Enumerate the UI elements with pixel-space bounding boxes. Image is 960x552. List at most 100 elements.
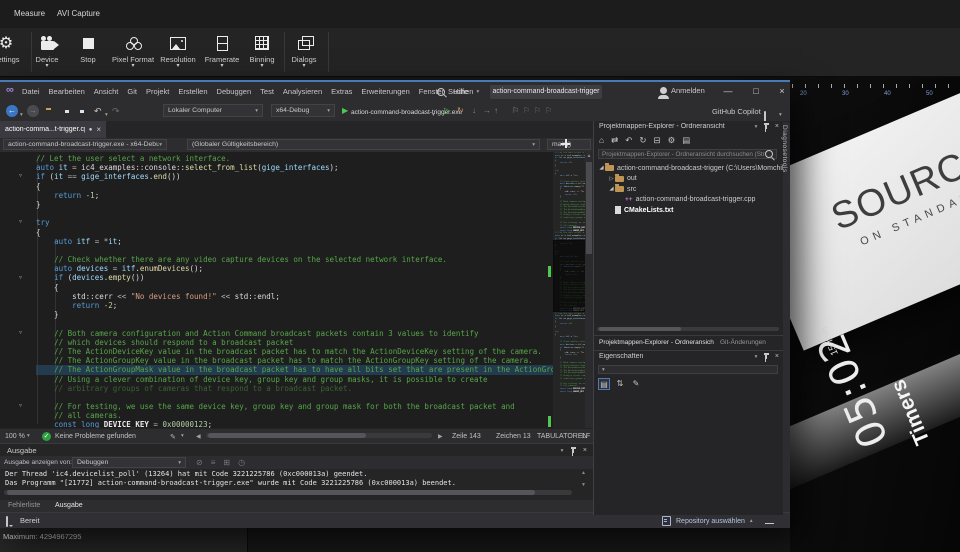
menu-git[interactable]: Git: [127, 87, 137, 96]
ribbon-button-framerate[interactable]: Framerate▾: [200, 31, 244, 75]
tab-diagnosetools[interactable]: Diagnosetools: [781, 125, 788, 173]
ribbon-button-device[interactable]: Device▾: [25, 31, 69, 75]
code-line[interactable]: {: [36, 283, 582, 292]
code-line[interactable]: [36, 209, 582, 218]
fold-collapse-icon[interactable]: ▿: [19, 172, 22, 179]
copilot-label[interactable]: GitHub Copilot: [712, 106, 761, 118]
code-line[interactable]: {: [36, 182, 582, 191]
minimize-button[interactable]: —: [718, 82, 738, 101]
zoom-level[interactable]: 100 %: [5, 433, 25, 440]
scroll-up-icon[interactable]: ▲: [585, 153, 593, 159]
chevron-down-icon[interactable]: ▾: [27, 433, 30, 439]
clear-all-icon[interactable]: ⊘: [196, 458, 203, 467]
code-line[interactable]: const long DEVICE_KEY = 0x00000123;: [36, 420, 582, 428]
pin-icon[interactable]: [572, 448, 574, 453]
code-line[interactable]: auto it = ic4_examples::console::select_…: [36, 163, 582, 172]
output-text[interactable]: Der Thread 'ic4.devicelist_poll' (13264)…: [5, 470, 456, 488]
fold-collapse-icon[interactable]: ▿: [19, 274, 22, 281]
search-box[interactable]: Suchen ▾: [437, 87, 479, 96]
explorer-horizontal-scrollbar[interactable]: [597, 327, 779, 331]
nav-project-combo[interactable]: action-command-broadcast-trigger.exe - x…: [3, 139, 167, 150]
properties-panel-header[interactable]: Eigenschaften ▾ ×: [594, 350, 783, 364]
solution-explorer-header[interactable]: Projektmappen-Explorer - Ordneransicht ▾…: [594, 121, 783, 134]
redo-icon[interactable]: ↷: [112, 105, 120, 117]
problems-status[interactable]: Keine Probleme gefunden: [55, 433, 136, 440]
scroll-right-icon[interactable]: ▶: [438, 433, 443, 440]
maximize-button[interactable]: □: [746, 82, 766, 101]
close-panel-icon[interactable]: ×: [583, 447, 587, 454]
code-line[interactable]: // For testing, we use the same device k…: [36, 402, 582, 411]
repository-picker[interactable]: Repository auswählen ▴: [662, 516, 753, 526]
solution-explorer-search[interactable]: Projektmappen-Explorer - Ordneransicht d…: [598, 149, 777, 159]
scroll-left-icon[interactable]: ◀: [196, 433, 201, 440]
pin-icon[interactable]: [765, 354, 767, 359]
scrollbar-thumb[interactable]: [599, 327, 681, 331]
code-line[interactable]: // The ActionDeviceKey value in the broa…: [36, 347, 582, 356]
code-line[interactable]: auto devices = itf.enumDevices();: [36, 264, 582, 273]
collapse-all-icon[interactable]: ⊟: [654, 135, 661, 146]
ribbon-button-dialogs[interactable]: Dialogs▾: [282, 31, 326, 75]
menu-erstellen[interactable]: Erstellen: [178, 87, 207, 96]
bookmark-clear-icon[interactable]: ⚐: [545, 105, 552, 117]
compare-icon[interactable]: ⇄: [611, 135, 618, 146]
tree-item-cmakelists.txt[interactable]: CMakeLists.txt: [594, 205, 783, 216]
tab-fehlerliste[interactable]: Fehlerliste: [8, 502, 40, 509]
menu-erweiterungen[interactable]: Erweiterungen: [361, 87, 409, 96]
bookmark-next-icon[interactable]: ⚐: [534, 105, 541, 117]
line-indicator[interactable]: Zeile 143: [452, 433, 481, 440]
menu-test[interactable]: Test: [260, 87, 274, 96]
menu-analysieren[interactable]: Analysieren: [283, 87, 322, 96]
fold-collapse-icon[interactable]: ▿: [19, 402, 22, 409]
menu-bearbeiten[interactable]: Bearbeiten: [49, 87, 85, 96]
scrollbar-thumb[interactable]: [7, 490, 535, 495]
start-debugging-icon[interactable]: ▶: [342, 105, 348, 117]
ribbon-button-stop[interactable]: Stop: [66, 31, 110, 75]
menu-projekt[interactable]: Projekt: [146, 87, 169, 96]
property-pages-icon[interactable]: ✎: [630, 378, 642, 390]
code-line[interactable]: auto itf = *it;: [36, 237, 582, 246]
categorized-icon[interactable]: ▤: [598, 378, 610, 390]
editor-vertical-scrollbar[interactable]: ▲: [585, 152, 593, 428]
tree-item-action-command-broadcast-trigger.cpp[interactable]: ++action-command-broadcast-trigger.cpp: [594, 195, 783, 206]
vs-titlebar[interactable]: ∞ DateiBearbeitenAnsichtGitProjektErstel…: [0, 82, 790, 101]
code-line[interactable]: if (it == gige_interfaces.end()): [36, 172, 582, 181]
code-line[interactable]: [36, 246, 582, 255]
toggle-output-icon[interactable]: ⊞: [223, 458, 230, 467]
ribbon-button-settings[interactable]: ⚙Settings: [0, 31, 28, 75]
nav-scope-combo[interactable]: (Globaler Gültigkeitsbereich)▾: [187, 139, 540, 150]
refresh-icon[interactable]: ↻: [639, 135, 646, 146]
code-editor[interactable]: ▿▿▿▿▿ // Let the user select a network i…: [0, 152, 593, 428]
bookmark-prev-icon[interactable]: ⚐: [523, 105, 530, 117]
code-line[interactable]: [36, 393, 582, 402]
chevron-down-icon[interactable]: ▾: [181, 433, 184, 439]
close-panel-icon[interactable]: ×: [775, 123, 779, 130]
home-icon[interactable]: ⌂: [599, 135, 604, 146]
ribbon-button-binning[interactable]: Binning▾: [240, 31, 284, 75]
fold-collapse-icon[interactable]: ▿: [19, 329, 22, 336]
code-line[interactable]: try: [36, 218, 582, 227]
feedback-icon[interactable]: [6, 516, 8, 527]
expander-open-icon[interactable]: ◢: [608, 186, 615, 192]
settings-icon[interactable]: ⚙: [668, 135, 676, 146]
code-line[interactable]: // all cameras.: [36, 411, 582, 420]
minimap[interactable]: // Let the user select a network interfa…: [553, 152, 585, 428]
tab-avi-capture[interactable]: AVI Capture: [57, 9, 100, 18]
pen-icon[interactable]: ✎: [170, 433, 176, 441]
step-out-icon[interactable]: ↑: [494, 105, 498, 117]
tab-action-command-broadcast-trigger-cpp[interactable]: action-comma...t-trigger.cpp ● ×: [0, 121, 106, 138]
start-without-debugging-icon[interactable]: ▷: [444, 105, 450, 117]
code-line[interactable]: // Using a clever combination of device …: [36, 375, 582, 384]
column-indicator[interactable]: Zeichen 13: [496, 433, 531, 440]
code-line[interactable]: // The ActionGroupMask value in the broa…: [36, 365, 582, 374]
chevron-down-icon[interactable]: ▾: [755, 124, 758, 130]
tab-measure[interactable]: Measure: [14, 9, 45, 18]
code-line[interactable]: // Let the user select a network interfa…: [36, 154, 582, 163]
navigate-back-icon[interactable]: ←: [6, 105, 18, 117]
expander-open-icon[interactable]: ◢: [598, 165, 605, 171]
wrap-icon[interactable]: ≡: [211, 458, 216, 467]
scroll-down-icon[interactable]: ▼: [581, 482, 586, 488]
navigate-forward-icon[interactable]: →: [27, 105, 39, 117]
indent-indicator[interactable]: TABULATOREN: [537, 433, 588, 440]
hot-reload-icon[interactable]: ↻: [457, 105, 464, 117]
sign-in-button[interactable]: Anmelden: [660, 86, 705, 95]
